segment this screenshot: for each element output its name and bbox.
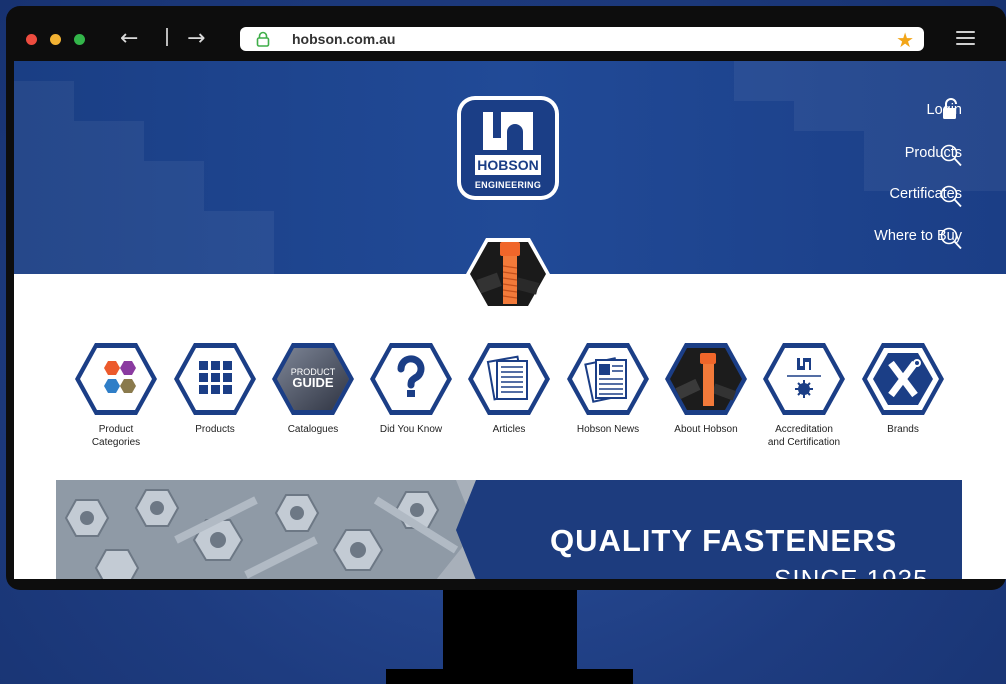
colored-hexagons-icon bbox=[75, 343, 157, 415]
browser-viewport: HOBSON ENGINEERING Login Products Certif… bbox=[14, 61, 1006, 579]
star-icon[interactable]: ★ bbox=[896, 28, 914, 53]
header-pattern bbox=[734, 61, 794, 101]
nav-hobson-news[interactable]: Hobson News bbox=[562, 341, 654, 436]
nav-separator bbox=[166, 28, 168, 46]
nav-did-you-know[interactable]: Did You Know bbox=[365, 341, 457, 436]
unlock-icon[interactable] bbox=[940, 97, 962, 121]
nav-label: Hobson News bbox=[576, 424, 640, 435]
nav-brands[interactable]: Brands bbox=[857, 341, 949, 436]
nav-articles[interactable]: Articles bbox=[463, 341, 555, 436]
nav-label: About Hobson bbox=[674, 424, 738, 435]
nav-label: Products bbox=[195, 424, 235, 435]
hobson-logo[interactable]: HOBSON ENGINEERING bbox=[457, 96, 559, 200]
monitor-stand-base bbox=[386, 669, 633, 684]
logo-mark bbox=[483, 112, 533, 150]
nav-label: Accreditation bbox=[775, 424, 833, 435]
nav-about-hobson[interactable]: About Hobson bbox=[660, 341, 752, 436]
banner-title: QUALITY FASTENERS bbox=[550, 523, 898, 558]
header-pattern bbox=[74, 121, 144, 274]
fasteners-photo bbox=[56, 480, 496, 579]
search-icon[interactable] bbox=[940, 143, 962, 167]
header-pattern bbox=[864, 131, 1006, 191]
header-pattern bbox=[794, 61, 1006, 131]
search-icon[interactable] bbox=[940, 226, 962, 250]
minimize-window-button[interactable] bbox=[50, 34, 61, 45]
nav-accreditation[interactable]: Accreditation and Certification bbox=[758, 341, 850, 449]
news-icon bbox=[567, 343, 649, 415]
brand-x-icon bbox=[862, 343, 944, 415]
nav-label: Articles bbox=[492, 424, 526, 435]
arrow-right-icon[interactable]: → bbox=[187, 26, 205, 52]
maximize-window-button[interactable] bbox=[74, 34, 85, 45]
nav-label: Categories bbox=[91, 437, 141, 448]
banner-subtitle: SINCE 1935 bbox=[774, 564, 929, 579]
monitor-stand bbox=[443, 590, 577, 670]
header-pattern bbox=[204, 211, 274, 274]
product-guide-text: GUIDE bbox=[292, 375, 334, 390]
nav-label: Did You Know bbox=[379, 424, 443, 435]
nav-label: and Certification bbox=[767, 437, 841, 448]
nav-products[interactable]: Products bbox=[169, 341, 261, 436]
nav-label: Product bbox=[98, 424, 134, 435]
bolt-hexagon-image bbox=[466, 238, 550, 310]
hamburger-menu-icon[interactable] bbox=[956, 31, 975, 45]
question-icon bbox=[370, 343, 452, 415]
url-text: hobson.com.au bbox=[292, 31, 396, 47]
arrow-left-icon[interactable]: ← bbox=[120, 26, 138, 52]
lock-icon bbox=[256, 31, 270, 47]
close-window-button[interactable] bbox=[26, 34, 37, 45]
address-bar[interactable]: hobson.com.au ★ bbox=[240, 27, 924, 53]
nav-label: Catalogues bbox=[287, 424, 339, 435]
header-pattern bbox=[144, 161, 204, 274]
logo-subtitle: ENGINEERING bbox=[474, 180, 542, 190]
hero-banner[interactable]: QUALITY FASTENERS SINCE 1935 bbox=[56, 480, 962, 579]
nav-catalogues[interactable]: PRODUCT GUIDE Catalogues bbox=[267, 341, 359, 436]
search-icon[interactable] bbox=[940, 184, 962, 208]
certification-icon bbox=[763, 343, 845, 415]
nav-product-categories[interactable]: Product Categories bbox=[70, 341, 162, 449]
product-guide-icon: PRODUCT GUIDE bbox=[272, 343, 354, 415]
bolt-photo-icon bbox=[665, 343, 747, 415]
header-pattern bbox=[14, 81, 74, 274]
nav-label: Brands bbox=[887, 424, 919, 435]
grid-icon bbox=[174, 343, 256, 415]
logo-name: HOBSON bbox=[475, 155, 541, 175]
articles-icon bbox=[468, 343, 550, 415]
